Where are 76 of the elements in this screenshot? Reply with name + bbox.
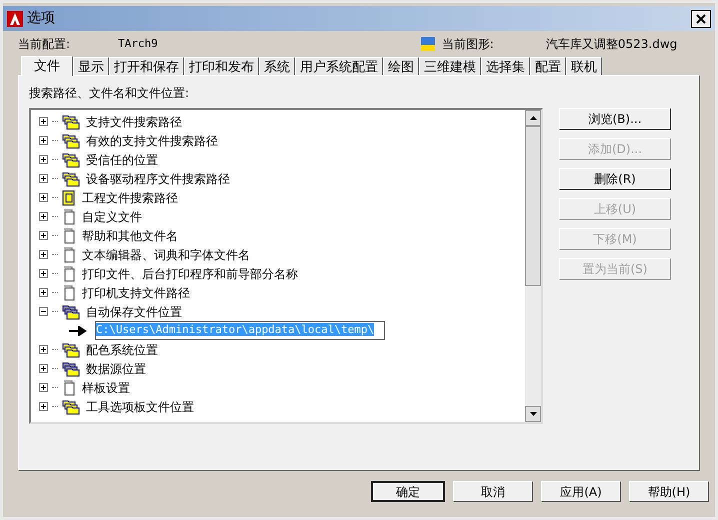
tree-item[interactable]: 打印机支持文件路径 <box>82 284 190 302</box>
expand-icon[interactable] <box>39 155 48 164</box>
tree-item[interactable]: 样板设置 <box>82 378 130 396</box>
tree-item[interactable]: 有效的支持文件搜索路径 <box>86 132 218 150</box>
expand-icon[interactable] <box>39 288 48 297</box>
window-title: 选项 <box>27 9 55 28</box>
expand-icon[interactable] <box>39 269 48 278</box>
dialog-button[interactable]: 帮助(H) <box>629 481 709 502</box>
tab[interactable]: 打印和发布 <box>184 57 259 75</box>
drawing-icon <box>420 36 436 52</box>
tab[interactable]: 显示 <box>73 57 109 75</box>
profile-value: TArch9 <box>118 36 158 52</box>
tree-item[interactable]: 文本编辑器、词典和字体文件名 <box>82 246 250 264</box>
tree-item[interactable]: 自定义文件 <box>82 208 142 226</box>
collapse-icon[interactable] <box>39 307 48 316</box>
dialog-button[interactable]: 确定 <box>371 481 445 502</box>
scroll-up-icon <box>530 116 536 120</box>
arrow-icon <box>69 326 87 336</box>
expand-icon[interactable] <box>39 174 48 183</box>
folders-icon <box>62 170 80 186</box>
expand-icon[interactable] <box>39 402 48 411</box>
folders-icon <box>62 152 80 168</box>
folders-icon <box>62 132 80 148</box>
expand-icon[interactable] <box>39 212 48 221</box>
profile-label: 当前配置: <box>18 36 70 53</box>
app-logo-icon <box>7 10 23 26</box>
expand-icon[interactable] <box>39 345 48 354</box>
folder-icon <box>62 304 80 320</box>
dialog-button[interactable]: 应用(A) <box>541 481 621 502</box>
book-icon <box>62 190 76 206</box>
document-icon <box>62 228 76 244</box>
tab[interactable]: 用户系统配置 <box>295 57 383 75</box>
scroll-down-icon <box>530 412 536 416</box>
close-button[interactable] <box>691 10 711 28</box>
scrollbar[interactable] <box>525 110 541 422</box>
side-button[interactable]: 浏览(B)... <box>559 108 671 130</box>
tree-item[interactable]: 数据源位置 <box>86 360 146 378</box>
tab[interactable]: 配置 <box>530 57 566 75</box>
dialog-button[interactable]: 取消 <box>453 481 533 502</box>
drawing-label: 当前图形: <box>442 36 494 53</box>
tab[interactable]: 系统 <box>259 57 295 75</box>
drawing-value: 汽车库又调整0523.dwg <box>546 36 678 53</box>
tab[interactable]: 文件 <box>21 56 73 76</box>
folders-icon <box>62 398 80 414</box>
expand-icon[interactable] <box>39 364 48 373</box>
tree-item[interactable]: 支持文件搜索路径 <box>86 112 182 130</box>
document-icon <box>62 266 76 282</box>
expand-icon[interactable] <box>39 231 48 240</box>
tab[interactable]: 三维建模 <box>419 57 481 75</box>
expand-icon[interactable] <box>39 117 48 126</box>
tab[interactable]: 联机 <box>566 57 602 75</box>
document-icon <box>62 208 76 224</box>
folder-icon <box>62 360 80 376</box>
tree-item[interactable]: 受信任的位置 <box>86 150 158 168</box>
close-icon <box>696 14 706 24</box>
expand-icon[interactable] <box>39 383 48 392</box>
tab[interactable]: 打开和保存 <box>109 57 184 75</box>
tree-item[interactable]: 帮助和其他文件名 <box>82 226 178 244</box>
expand-icon[interactable] <box>39 136 48 145</box>
tab[interactable]: 选择集 <box>481 57 530 75</box>
tree-item[interactable]: 自动保存文件位置 <box>86 302 182 320</box>
tab[interactable]: 绘图 <box>383 57 419 75</box>
tree-item[interactable]: 打印文件、后台打印程序和前导部分名称 <box>82 264 298 282</box>
tree-item[interactable]: 设备驱动程序文件搜索路径 <box>86 170 230 188</box>
tree-label: 搜索路径、文件名和文件位置: <box>29 85 190 102</box>
folders-icon <box>62 342 80 358</box>
tree-item[interactable]: 工具选项板文件位置 <box>86 398 194 416</box>
expand-icon[interactable] <box>39 250 48 259</box>
tree-item[interactable]: 工程文件搜索路径 <box>82 188 178 206</box>
document-icon <box>62 284 76 300</box>
document-icon <box>62 246 76 262</box>
side-button[interactable]: 删除(R) <box>559 168 671 190</box>
expand-icon[interactable] <box>39 193 48 202</box>
document-icon <box>62 380 76 396</box>
tree-item[interactable]: 配色系统位置 <box>86 340 158 358</box>
folders-icon <box>62 114 80 130</box>
